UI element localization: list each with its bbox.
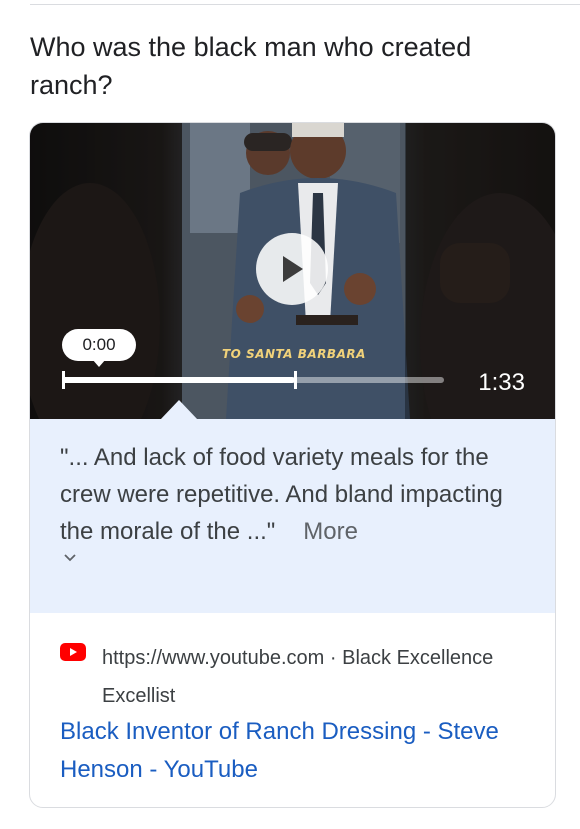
source-info: https://www.youtube.com · Black Excellen… bbox=[60, 639, 530, 715]
top-divider bbox=[30, 4, 580, 5]
question-heading: Who was the black man who created ranch? bbox=[30, 32, 472, 100]
play-button[interactable] bbox=[256, 233, 328, 305]
video-caption: TO SANTA BARBARA bbox=[222, 347, 366, 361]
current-time-bubble: 0:00 bbox=[62, 329, 136, 367]
seek-bar-handle[interactable] bbox=[294, 371, 297, 389]
source-separator: · bbox=[324, 647, 343, 669]
seek-bar-start-marker bbox=[62, 371, 65, 389]
transcript-quote: "... And lack of food variety meals for … bbox=[60, 444, 503, 545]
play-icon bbox=[283, 256, 303, 282]
video-left-shade bbox=[30, 123, 182, 419]
seek-bar-progress bbox=[62, 377, 295, 383]
source-url: https://www.youtube.com bbox=[102, 647, 325, 669]
seek-bar[interactable] bbox=[62, 371, 444, 389]
chevron-down-icon[interactable] bbox=[64, 554, 76, 562]
youtube-icon bbox=[60, 643, 86, 661]
video-result-card: TO SANTA BARBARA 0:00 1:33 "... And lack… bbox=[29, 122, 556, 808]
result-title-link[interactable]: Black Inventor of Ranch Dressing - Steve… bbox=[60, 713, 520, 789]
video-player[interactable]: TO SANTA BARBARA 0:00 1:33 bbox=[30, 123, 555, 419]
transcript-snippet: "... And lack of food variety meals for … bbox=[30, 419, 555, 613]
video-duration: 1:33 bbox=[478, 369, 525, 396]
source-text: https://www.youtube.com · Black Excellen… bbox=[102, 639, 530, 715]
transcript-pointer bbox=[160, 400, 198, 420]
transcript-text: "... And lack of food variety meals for … bbox=[60, 439, 527, 550]
more-button[interactable]: More bbox=[303, 518, 358, 545]
